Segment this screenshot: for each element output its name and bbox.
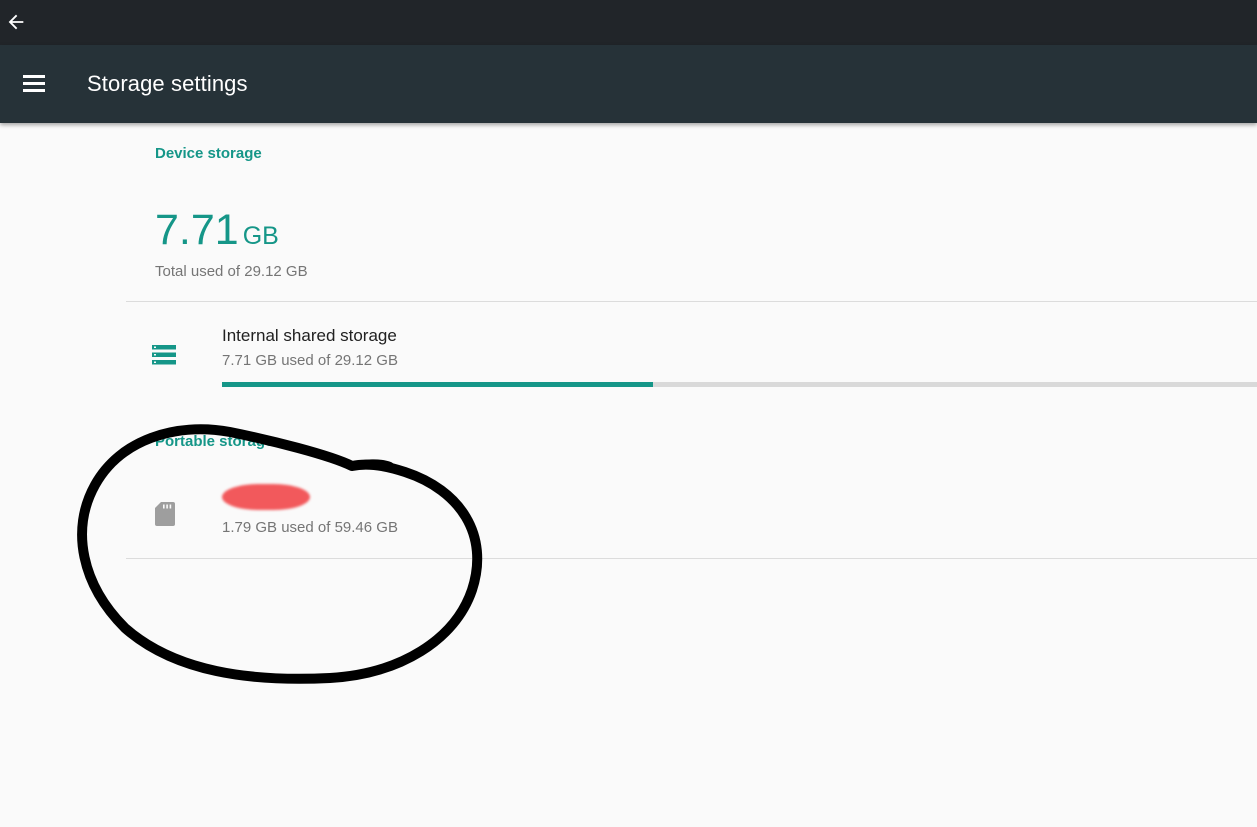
total-used-subtitle: Total used of 29.12 GB xyxy=(155,263,308,280)
storage-icon xyxy=(152,345,176,365)
total-used-value: 7.71 xyxy=(155,206,239,254)
total-used-unit: GB xyxy=(242,222,279,250)
section-header-portable-storage: Portable storage xyxy=(155,433,274,450)
sd-card-subtitle: 1.79 GB used of 59.46 GB xyxy=(222,519,398,536)
divider xyxy=(126,301,1257,302)
section-header-device-storage: Device storage xyxy=(155,145,262,162)
internal-storage-progress-bar xyxy=(222,382,1257,387)
arrow-back-icon xyxy=(8,14,24,30)
page-title: Storage settings xyxy=(87,71,248,96)
menu-icon-bar xyxy=(23,82,45,85)
redacted-sd-card-name xyxy=(222,484,310,510)
internal-storage-subtitle: 7.71 GB used of 29.12 GB xyxy=(222,352,398,369)
menu-icon-bar xyxy=(23,89,45,92)
internal-storage-row[interactable]: Internal shared storage 7.71 GB used of … xyxy=(126,315,1257,395)
app-bar: Storage settings xyxy=(0,45,1257,123)
status-bar xyxy=(0,0,1257,45)
menu-button[interactable] xyxy=(22,73,48,95)
hand-drawn-circle-annotation xyxy=(77,424,483,684)
total-used-summary: 7.71 GB xyxy=(155,206,279,255)
sd-card-icon xyxy=(155,502,175,526)
menu-icon xyxy=(23,75,45,78)
internal-storage-title: Internal shared storage xyxy=(222,326,397,345)
sd-card-row[interactable]: 1.79 GB used of 59.46 GB xyxy=(126,475,1257,550)
back-button[interactable] xyxy=(4,10,28,34)
internal-storage-progress-fill xyxy=(222,382,653,387)
divider xyxy=(126,558,1257,559)
